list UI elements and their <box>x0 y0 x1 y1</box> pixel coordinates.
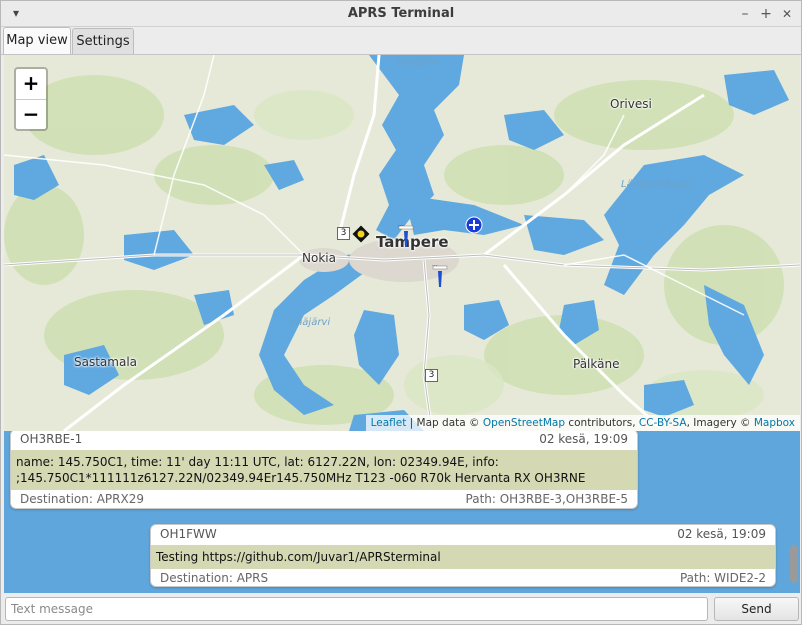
station-marker-antenna-icon[interactable]: ... <box>398 221 414 253</box>
lake-label-pyhajarvi: Pyhäjärvi <box>284 317 331 328</box>
tab-settings[interactable]: Settings <box>72 28 134 55</box>
message-input[interactable] <box>5 597 708 621</box>
message-path: Path: OH3RBE-3,OH3RBE-5 <box>465 492 628 506</box>
zoom-control: + − <box>14 67 48 131</box>
message-line: ;145.750C1*111111z6127.22N/02349.94Er145… <box>16 471 586 485</box>
compose-bar: Send <box>1 593 801 624</box>
scrollbar-thumb[interactable] <box>790 545 798 583</box>
map-view[interactable]: Näsijärvi Längelmävesi Pyhäjärvi Tampere… <box>4 55 800 431</box>
message-header: OH3RBE-1 02 kesä, 19:09 <box>11 431 637 450</box>
station-marker-circle-icon[interactable] <box>465 216 483 238</box>
leaflet-link[interactable]: Leaflet <box>371 417 407 429</box>
message-line: Testing https://github.com/Juvar1/APRSte… <box>156 550 441 564</box>
message-scrollbar[interactable] <box>790 431 798 593</box>
station-marker-antenna-icon[interactable]: ... <box>432 261 448 293</box>
attribution-text: contributors, <box>565 417 639 429</box>
message-footer: Destination: APRS Path: WIDE2-2 <box>151 569 775 586</box>
send-button[interactable]: Send <box>714 597 799 621</box>
message-bubble[interactable]: OH1FWW 02 kesä, 19:09 Testing https://gi… <box>150 524 776 587</box>
message-bubble[interactable]: OH3RBE-1 02 kesä, 19:09 name: 145.750C1,… <box>10 431 638 509</box>
station-label: ... <box>398 221 404 228</box>
message-header: OH1FWW 02 kesä, 19:09 <box>151 525 775 545</box>
maximize-icon[interactable]: + <box>756 4 776 24</box>
lake-label-nasijarvi: Näsijärvi <box>396 57 440 68</box>
message-footer: Destination: APRX29 Path: OH3RBE-3,OH3RB… <box>11 490 637 508</box>
road-shield-3: 3 <box>425 369 438 382</box>
attribution-text: | Map data © <box>406 417 483 429</box>
mapbox-link[interactable]: Mapbox <box>754 417 795 429</box>
osm-link[interactable]: OpenStreetMap <box>483 417 565 429</box>
app-window: ▾ APRS Terminal – + ✕ Map view Settings <box>0 0 802 625</box>
message-line: name: 145.750C1, time: 11' day 11:11 UTC… <box>16 455 499 469</box>
title-bar: ▾ APRS Terminal – + ✕ <box>1 1 801 27</box>
message-sender: OH3RBE-1 <box>20 432 83 446</box>
message-destination: Destination: APRX29 <box>20 492 144 506</box>
close-icon[interactable]: ✕ <box>777 4 797 24</box>
minimize-icon[interactable]: – <box>735 4 755 24</box>
station-label: ... <box>432 261 438 268</box>
message-time: 02 kesä, 19:09 <box>539 432 628 446</box>
license-link[interactable]: CC-BY-SA <box>639 417 687 429</box>
place-label-sastamala: Sastamala <box>74 355 138 369</box>
place-label-orivesi: Orivesi <box>610 97 652 111</box>
message-body: Testing https://github.com/Juvar1/APRSte… <box>151 545 775 569</box>
message-path: Path: WIDE2-2 <box>679 571 766 585</box>
message-sender: OH1FWW <box>160 527 217 541</box>
zoom-out-button[interactable]: − <box>16 99 46 129</box>
tab-bar: Map view Settings <box>1 27 801 55</box>
message-destination: Destination: APRS <box>160 571 269 585</box>
message-list[interactable]: OH3RBE-1 02 kesä, 19:09 name: 145.750C1,… <box>4 431 800 593</box>
place-label-palkane: Pälkäne <box>573 357 620 371</box>
message-body: name: 145.750C1, time: 11' day 11:11 UTC… <box>11 450 637 490</box>
station-marker-diamond-icon[interactable] <box>352 225 370 247</box>
message-time: 02 kesä, 19:09 <box>677 527 766 541</box>
place-label-nokia: Nokia <box>302 251 336 265</box>
window-title: APRS Terminal <box>347 6 455 21</box>
zoom-in-button[interactable]: + <box>16 69 46 99</box>
map-attribution: Leaflet | Map data © OpenStreetMap contr… <box>365 415 800 431</box>
lake-label-langelmavesi: Längelmävesi <box>621 179 691 190</box>
road-shield-3: 3 <box>337 227 350 240</box>
attribution-text: , Imagery © <box>686 417 754 429</box>
tab-map-view[interactable]: Map view <box>3 27 71 55</box>
